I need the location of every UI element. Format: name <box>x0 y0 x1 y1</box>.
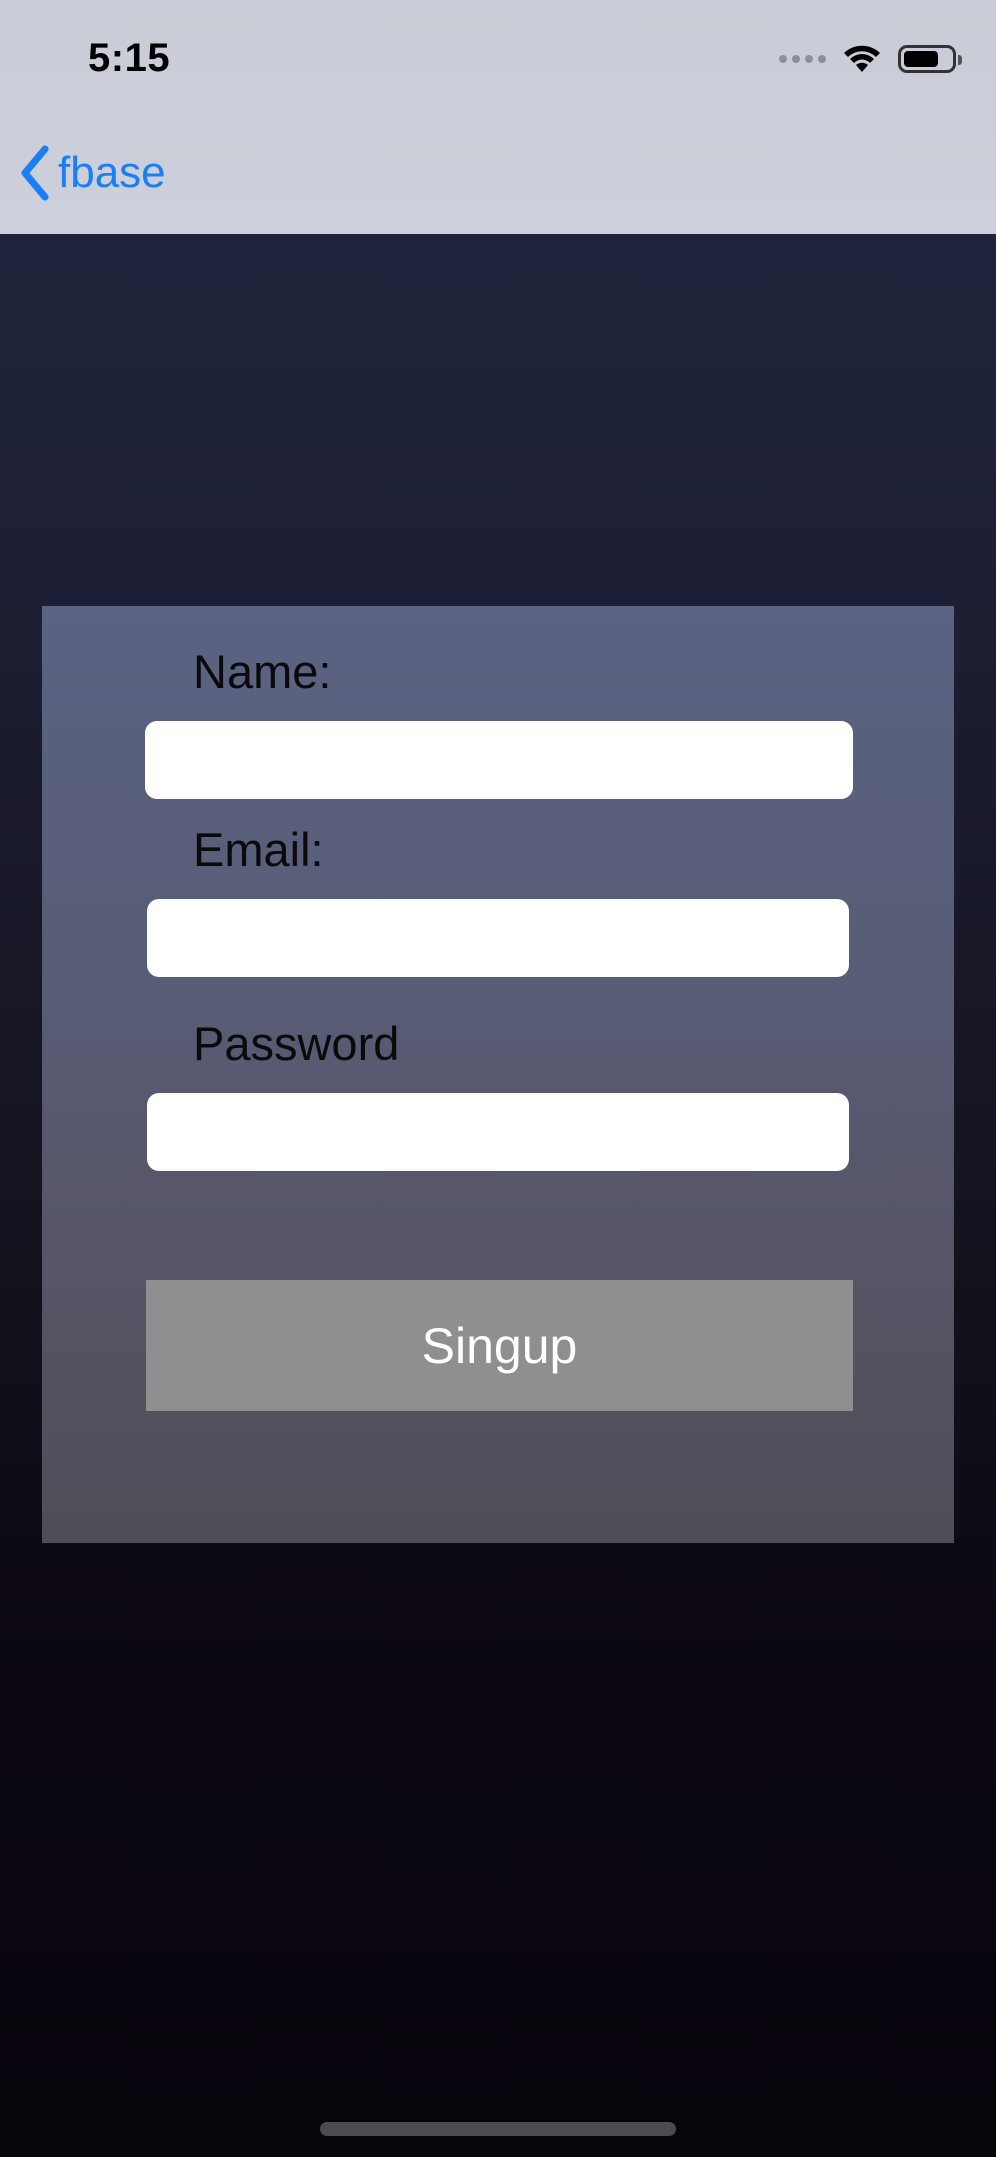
navigation-bar: 5:15 fbase <box>0 0 996 234</box>
status-time: 5:15 <box>88 36 171 80</box>
back-button[interactable]: fbase <box>20 145 166 201</box>
signup-button[interactable]: Singup <box>146 1280 853 1411</box>
status-icons <box>779 44 962 74</box>
cellular-signal-icon <box>779 55 826 63</box>
name-input[interactable] <box>145 721 853 799</box>
email-label: Email: <box>193 823 324 876</box>
wifi-icon <box>844 45 880 72</box>
home-indicator[interactable] <box>320 2122 676 2136</box>
back-label[interactable]: fbase <box>58 148 166 198</box>
signup-form-card: Name: Email: Password Singup <box>42 606 954 1543</box>
password-label: Password <box>193 1017 400 1070</box>
name-label: Name: <box>193 645 332 698</box>
chevron-left-icon <box>21 145 49 201</box>
password-input[interactable] <box>147 1093 849 1171</box>
battery-icon <box>898 45 962 73</box>
email-input[interactable] <box>147 899 849 977</box>
